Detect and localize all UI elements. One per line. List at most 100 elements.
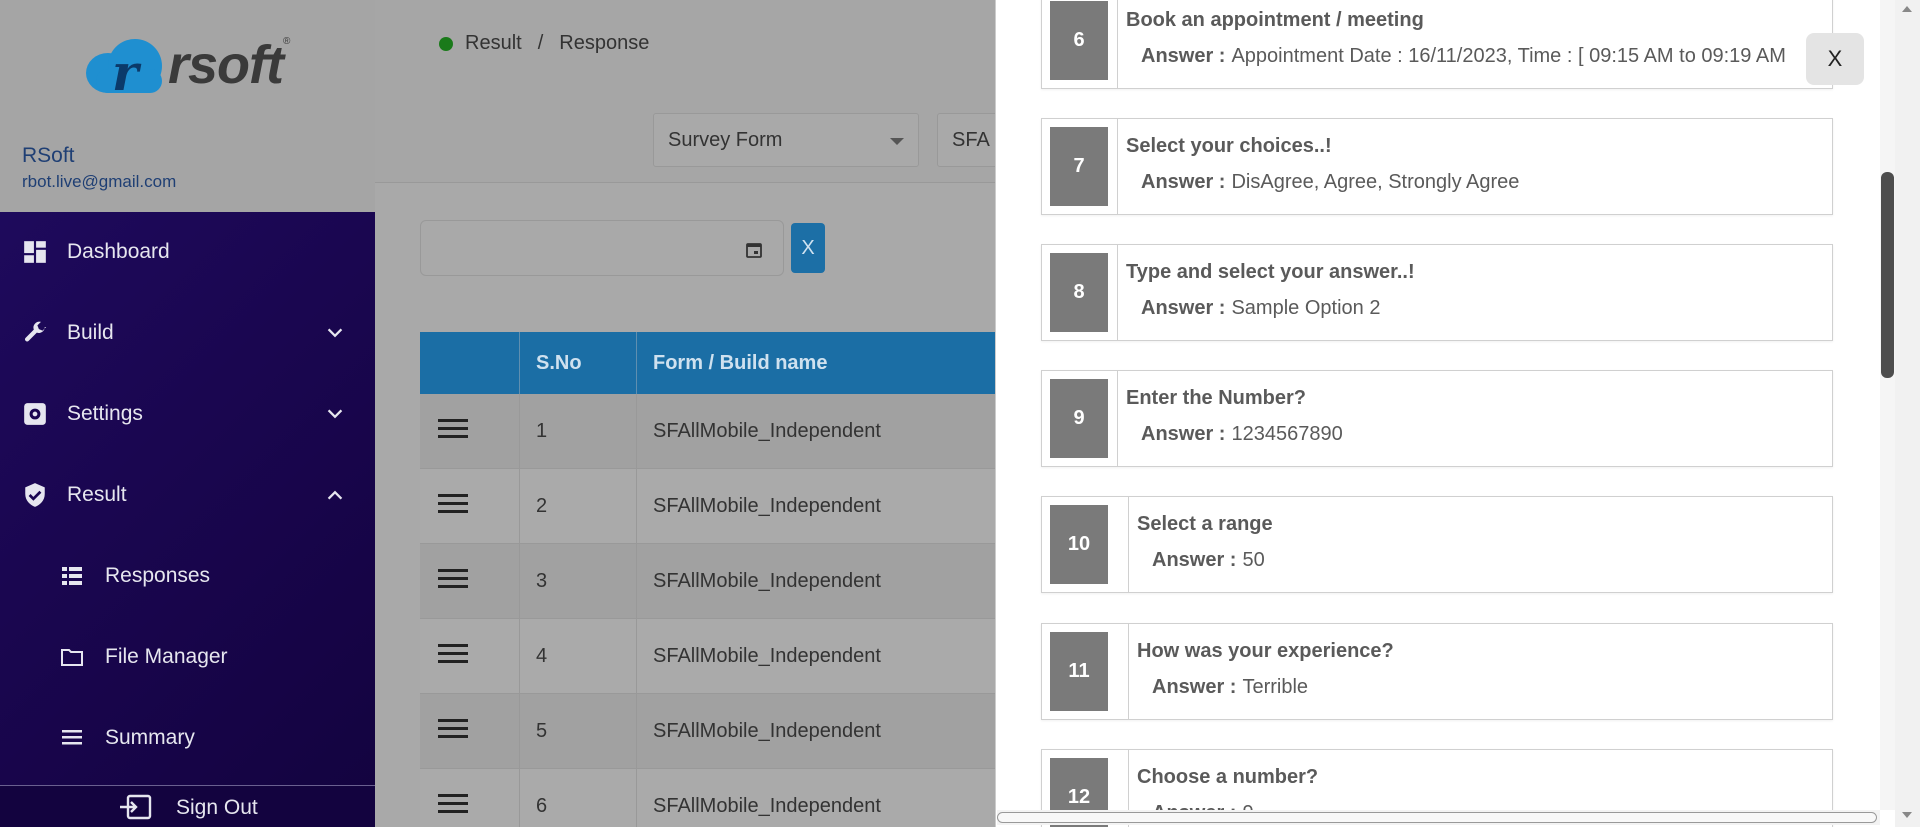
row-sno: 5 <box>520 694 637 768</box>
answer-row: Answer : Appointment Date : 16/11/2023, T… <box>1141 45 1786 68</box>
hamburger-menu-icon[interactable] <box>438 718 468 740</box>
wrench-icon <box>25 321 47 342</box>
answer-value: DisAgree, Agree, Strongly Agree <box>1231 171 1520 193</box>
sidebar-item-file-manager[interactable]: File Manager <box>0 627 375 687</box>
sidebar-item-label: Summary <box>105 726 195 749</box>
row-menu-cell <box>420 619 520 693</box>
row-sno: 2 <box>520 469 637 543</box>
hamburger-menu-icon[interactable] <box>438 643 468 665</box>
answer-value: 50 <box>1242 549 1265 571</box>
answer-value: Sample Option 2 <box>1231 297 1381 319</box>
lines-icon <box>62 730 82 745</box>
sidebar-nav: Dashboard Build Settings Result Response… <box>0 212 375 827</box>
brand-area: r rsoft ® RSoft rbot.live@gmail.com <box>0 0 375 212</box>
answer-value: Appointment Date : 16/11/2023, Time : [ … <box>1231 45 1786 67</box>
card-divider <box>1117 371 1118 466</box>
question-number: 9 <box>1050 379 1108 458</box>
answer-label: Answer : <box>1141 171 1226 193</box>
calendar-icon[interactable] <box>745 241 763 259</box>
breadcrumb-result[interactable]: Result <box>465 32 522 55</box>
question-text: Select your choices..! <box>1126 135 1332 157</box>
response-detail-panel: 6 Book an appointment / meeting Answer :… <box>995 0 1895 827</box>
date-filter-input[interactable] <box>420 220 784 276</box>
question-number: 11 <box>1050 632 1108 711</box>
sidebar-item-summary[interactable]: Summary <box>0 708 375 768</box>
answer-value: 1234567890 <box>1231 423 1343 445</box>
card-divider <box>1128 497 1129 592</box>
form-type-select[interactable]: Survey Form <box>653 113 919 167</box>
hamburger-menu-icon[interactable] <box>438 568 468 590</box>
settings-icon <box>24 403 46 425</box>
registered-mark: ® <box>283 36 291 47</box>
shield-check-icon <box>25 483 45 507</box>
row-sno: 1 <box>520 394 637 468</box>
sidebar-item-label: File Manager <box>105 645 228 668</box>
logo-cloud-icon: r <box>86 35 166 102</box>
clear-date-button[interactable]: X <box>791 223 825 273</box>
breadcrumb-separator: / <box>537 32 544 54</box>
answer-card-11: 11 How was your experience? Answer : Terr… <box>1041 623 1833 720</box>
card-divider <box>1117 119 1118 214</box>
panel-horizontal-scrollbar[interactable] <box>997 810 1880 825</box>
answer-row: Answer : DisAgree, Agree, Strongly Agree <box>1141 171 1519 194</box>
answer-card-10: 10 Select a range Answer :50 <box>1041 496 1833 593</box>
form-type-value: Survey Form <box>668 129 783 151</box>
card-divider <box>1117 245 1118 340</box>
sidebar-item-label: Dashboard <box>67 240 170 263</box>
rsoft-logo: r rsoft ® <box>86 34 291 102</box>
sign-out-icon <box>120 794 152 820</box>
question-number: 7 <box>1050 127 1108 206</box>
answer-row: Answer : Terrible <box>1152 676 1308 699</box>
scroll-down-arrow-icon[interactable] <box>1902 812 1912 818</box>
table-header-cell <box>420 332 520 394</box>
chevron-down-icon <box>890 138 904 145</box>
answer-label: Answer : <box>1141 423 1226 445</box>
page-scrollbar[interactable] <box>1895 0 1920 827</box>
question-text: Select a range <box>1137 513 1273 535</box>
chevron-down-icon <box>327 409 343 419</box>
answer-card-7: 7 Select your choices..! Answer : DisAgre… <box>1041 118 1833 215</box>
answer-label: Answer : <box>1152 549 1237 571</box>
question-text: Choose a number? <box>1137 766 1319 788</box>
close-panel-button[interactable]: X <box>1806 33 1864 85</box>
answer-label: Answer : <box>1141 297 1226 319</box>
sidebar-item-build[interactable]: Build <box>0 303 375 363</box>
row-sno: 6 <box>520 769 637 827</box>
sign-out-label: Sign Out <box>176 796 258 819</box>
sign-out-button[interactable]: Sign Out <box>0 785 375 827</box>
answer-row: Answer : Sample Option 2 <box>1141 297 1380 320</box>
hamburger-menu-icon[interactable] <box>438 793 468 815</box>
list-table-icon <box>62 567 82 585</box>
sidebar-item-label: Responses <box>105 564 211 587</box>
row-menu-cell <box>420 694 520 768</box>
hamburger-menu-icon[interactable] <box>438 493 468 515</box>
dashboard-icon <box>24 241 46 263</box>
logo-mark: r <box>112 43 139 102</box>
sidebar-item-result[interactable]: Result <box>0 465 375 525</box>
form-name-value: SFA <box>952 129 990 151</box>
answer-card-8: 8 Type and select your answer..! Answer … <box>1041 244 1833 341</box>
sidebar-item-dashboard[interactable]: Dashboard <box>0 222 375 282</box>
answer-card-9: 9 Enter the Number? Answer :1234567890 <box>1041 370 1833 467</box>
question-text: Enter the Number? <box>1126 387 1307 409</box>
sidebar-item-label: Result <box>67 483 127 506</box>
sidebar-item-responses[interactable]: Responses <box>0 546 375 606</box>
row-menu-cell <box>420 469 520 543</box>
question-number: 6 <box>1050 1 1108 80</box>
user-name: RSoft <box>22 144 75 167</box>
panel-vertical-scrollbar[interactable] <box>1880 0 1895 810</box>
logo-text: rsoft <box>168 35 284 95</box>
card-divider <box>1128 624 1129 719</box>
question-text: Type and select your answer..! <box>1126 261 1415 283</box>
question-text: Book an appointment / meeting <box>1126 9 1424 31</box>
hamburger-menu-icon[interactable] <box>438 418 468 440</box>
answer-row: Answer :1234567890 <box>1141 423 1343 446</box>
scrollbar-thumb[interactable] <box>1881 172 1894 378</box>
folder-icon <box>61 649 83 666</box>
scrollbar-thumb[interactable] <box>997 812 1877 823</box>
sidebar: r rsoft ® RSoft rbot.live@gmail.com Dash… <box>0 0 375 827</box>
sidebar-item-settings[interactable]: Settings <box>0 384 375 444</box>
question-number: 10 <box>1050 505 1108 584</box>
scroll-up-arrow-icon[interactable] <box>1902 6 1912 12</box>
row-menu-cell <box>420 394 520 468</box>
